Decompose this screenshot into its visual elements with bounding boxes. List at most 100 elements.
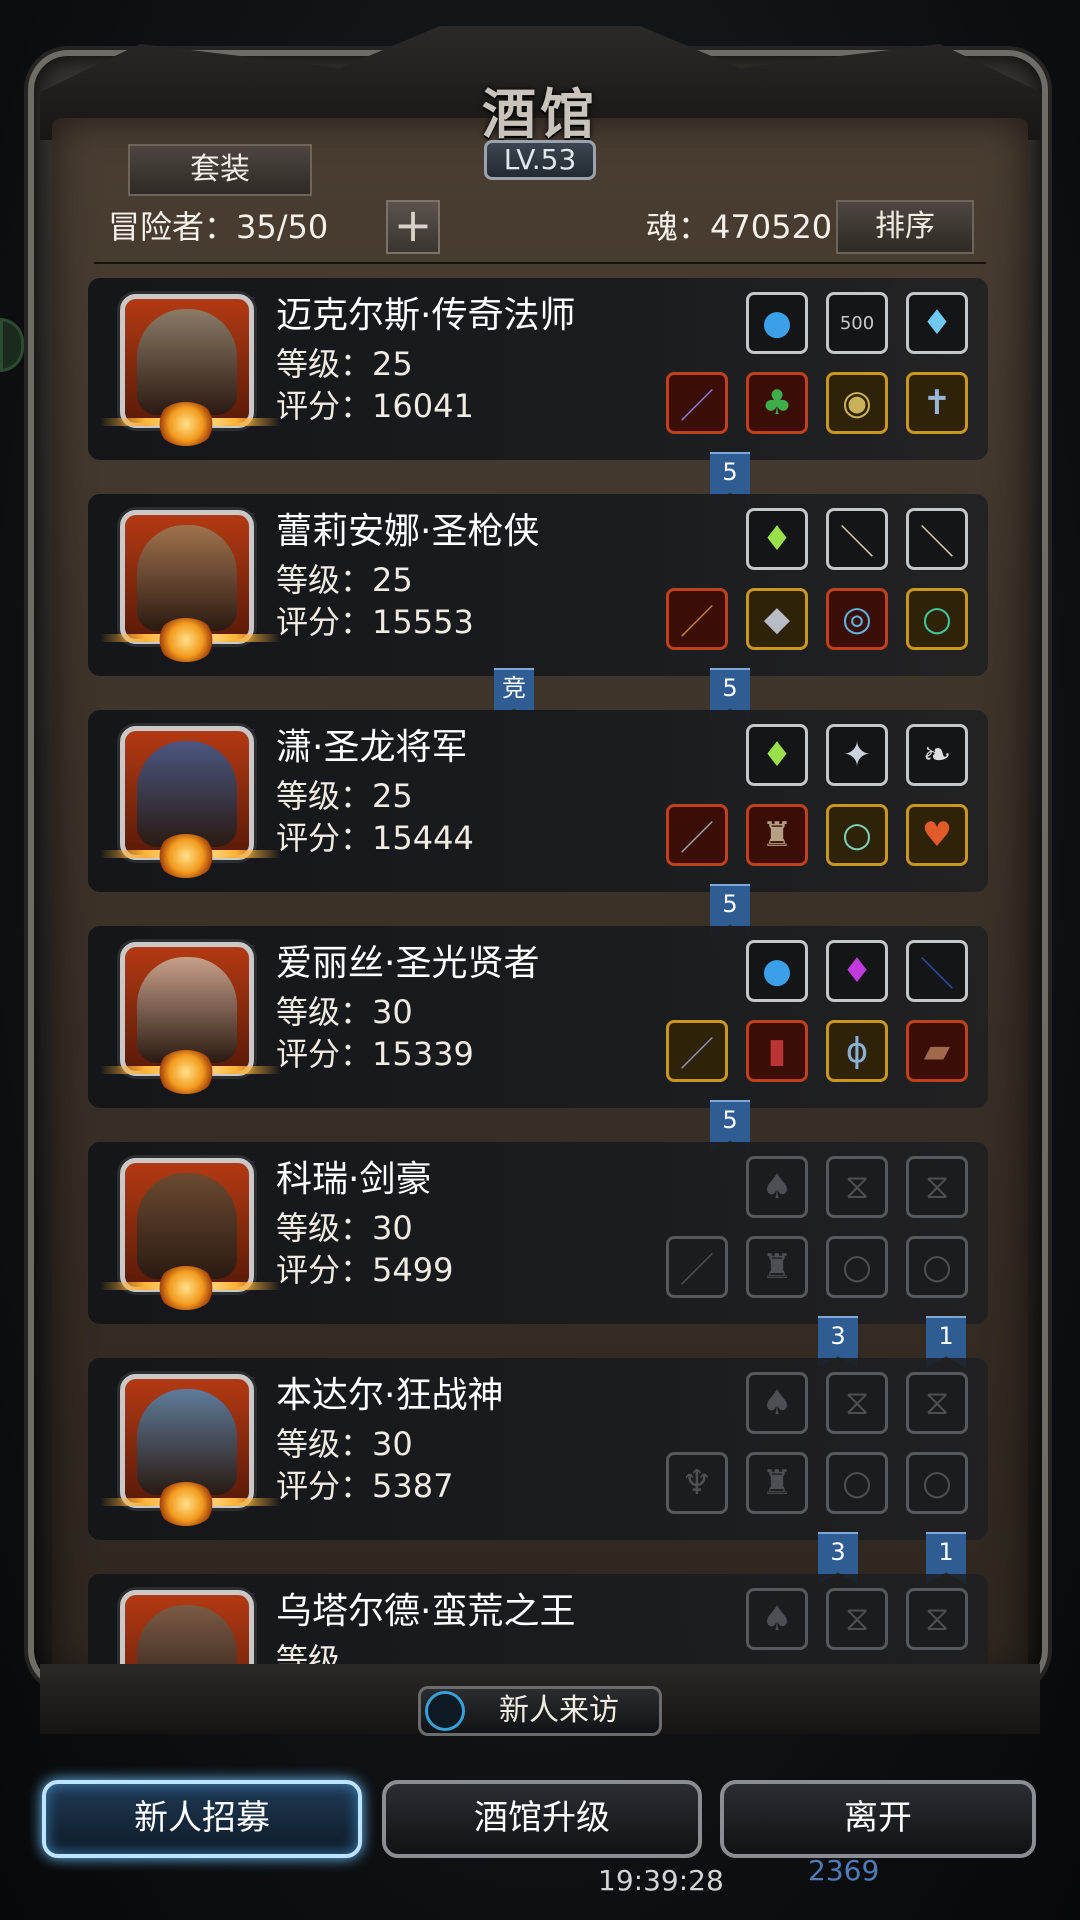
- hero-level: 等级：30: [276, 1209, 413, 1247]
- robe-icon[interactable]: ♣: [746, 372, 808, 434]
- hero-level: 等级：30: [276, 993, 413, 1031]
- hero-level: 等级：25: [276, 345, 413, 383]
- armor-icon[interactable]: ◆: [746, 588, 808, 650]
- weapon-slot-icon[interactable]: ／: [666, 1236, 728, 1298]
- gun-icon[interactable]: ／: [666, 588, 728, 650]
- hero-face: [137, 525, 237, 631]
- hero-name: 蕾莉安娜·圣枪侠: [276, 511, 540, 552]
- rank-emblem-icon: [156, 834, 216, 878]
- new-visitor-label: 新人来访: [499, 1693, 619, 1728]
- hero-score: 评分：15444: [276, 819, 474, 857]
- coin-count: 2369: [808, 1854, 880, 1887]
- hero-card[interactable]: 乌塔尔德·蛮荒之王等级 ♠ ⧖ ⧖: [88, 1574, 988, 1664]
- empty-slot-icon[interactable]: ⧖: [826, 1372, 888, 1434]
- ring-icon[interactable]: ◎: [826, 588, 888, 650]
- rank-emblem-icon: [156, 1482, 216, 1526]
- tavern-screen: 酒馆 LV.53 套装 冒险者：35/50 + 魂：470520 排序 迈克尔斯…: [0, 0, 1080, 1920]
- empty-slot-icon[interactable]: ⧖: [826, 1156, 888, 1218]
- stick-icon[interactable]: ＼: [826, 508, 888, 570]
- empty-slot-icon[interactable]: ⧖: [826, 1588, 888, 1650]
- hero-face: [137, 1389, 237, 1495]
- hero-level: 等级：25: [276, 777, 413, 815]
- crystal-green-icon[interactable]: ♦: [746, 508, 808, 570]
- ring-slot-icon[interactable]: ○: [906, 1236, 968, 1298]
- whip-icon[interactable]: ＼: [906, 940, 968, 1002]
- hero-card[interactable]: 迈克尔斯·传奇法师 等级：25 评分：16041 ● 500 ♦ ／ ♣ ◉ ✝: [88, 278, 988, 460]
- add-slot-button[interactable]: +: [386, 200, 440, 254]
- empty-slot-icon[interactable]: ⧖: [906, 1588, 968, 1650]
- suit-button[interactable]: 套装: [128, 144, 312, 196]
- hero-name: 本达尔·狂战神: [276, 1375, 504, 1416]
- hero-face: [137, 957, 237, 1063]
- side-menu-tab[interactable]: [0, 318, 24, 372]
- new-visitor-bar[interactable]: 新人来访: [418, 1686, 662, 1736]
- flame-slot-icon[interactable]: ♠: [746, 1588, 808, 1650]
- hero-name: 乌塔尔德·蛮荒之王: [276, 1591, 576, 1632]
- staff-icon[interactable]: ／: [666, 372, 728, 434]
- rank-emblem-icon: [156, 1266, 216, 1310]
- hero-level: 等级: [276, 1641, 341, 1664]
- orb-icon[interactable]: ●: [746, 940, 808, 1002]
- emblem-icon[interactable]: ✦: [826, 724, 888, 786]
- book-icon[interactable]: ▰: [906, 1020, 968, 1082]
- ring-slot-icon[interactable]: ○: [826, 1236, 888, 1298]
- rank-emblem-icon: [156, 1050, 216, 1094]
- stick-icon[interactable]: ＼: [906, 508, 968, 570]
- tavern-level-badge: LV.53: [484, 140, 596, 180]
- clock-time: 19:39:28: [598, 1864, 724, 1897]
- empty-slot-icon[interactable]: ⧖: [906, 1156, 968, 1218]
- hero-face: [137, 1605, 237, 1664]
- gem-purple-icon[interactable]: ♦: [826, 940, 888, 1002]
- claw-icon[interactable]: ❧: [906, 724, 968, 786]
- recruit-button[interactable]: 新人招募: [42, 1780, 362, 1858]
- divider: [94, 262, 986, 264]
- hero-card[interactable]: 蕾莉安娜·圣枪侠 等级：25 评分：15553 ♦ ＼ ＼ ／ ◆ ◎ ○: [88, 494, 988, 676]
- leave-button[interactable]: 离开: [720, 1780, 1036, 1858]
- empty-slot-icon[interactable]: ⧖: [906, 1372, 968, 1434]
- hero-score: 评分：5499: [276, 1251, 454, 1289]
- clock-icon: [425, 1691, 465, 1731]
- hero-score: 评分：15339: [276, 1035, 474, 1073]
- ring-slot-icon[interactable]: ○: [906, 1452, 968, 1514]
- hero-name: 潇·圣龙将军: [276, 727, 468, 768]
- pendant-icon[interactable]: ϕ: [826, 1020, 888, 1082]
- hero-level: 等级：30: [276, 1425, 413, 1463]
- orb-icon[interactable]: ●: [746, 292, 808, 354]
- crystal-green-icon[interactable]: ♦: [746, 724, 808, 786]
- bracelet-icon[interactable]: ○: [906, 588, 968, 650]
- armor-icon[interactable]: ♜: [746, 804, 808, 866]
- adventurer-count: 冒险者：35/50: [108, 208, 329, 246]
- sort-button[interactable]: 排序: [836, 200, 974, 254]
- rank-emblem-icon: [156, 618, 216, 662]
- sword-icon[interactable]: ／: [666, 804, 728, 866]
- robe-icon[interactable]: ▮: [746, 1020, 808, 1082]
- tavern-upgrade-button[interactable]: 酒馆升级: [382, 1780, 702, 1858]
- hero-name: 爱丽丝·圣光贤者: [276, 943, 540, 984]
- hero-face: [137, 309, 237, 415]
- hero-name: 科瑞·剑豪: [276, 1159, 432, 1200]
- hero-level: 等级：25: [276, 561, 413, 599]
- hero-card[interactable]: 潇·圣龙将军 等级：25 评分：15444 ♦ ✦ ❧ ／ ♜ ○ ♥: [88, 710, 988, 892]
- hero-score: 评分：15553: [276, 603, 474, 641]
- ring-slot-icon[interactable]: ○: [826, 1452, 888, 1514]
- amulet-icon[interactable]: ◉: [826, 372, 888, 434]
- scepter-icon[interactable]: ／: [666, 1020, 728, 1082]
- hero-card[interactable]: 本达尔·狂战神 等级：30 评分：5387 ♠ ⧖ ⧖ ♆ ♜ ○ ○: [88, 1358, 988, 1540]
- badge-500-icon[interactable]: 500: [826, 292, 888, 354]
- hero-list[interactable]: 迈克尔斯·传奇法师 等级：25 评分：16041 ● 500 ♦ ／ ♣ ◉ ✝ 5 蕾莉安娜·圣枪侠…: [84, 278, 994, 1664]
- hero-card[interactable]: 爱丽丝·圣光贤者 等级：30 评分：15339 ● ♦ ＼ ／ ▮ ϕ ▰: [88, 926, 988, 1108]
- hero-face: [137, 1173, 237, 1279]
- ring-icon[interactable]: ○: [826, 804, 888, 866]
- crystal-icon[interactable]: ♦: [906, 292, 968, 354]
- hero-card[interactable]: 科瑞·剑豪等级：30 评分：5499 ♠ ⧖ ⧖ ／ ♜ ○ ○: [88, 1142, 988, 1324]
- flame-slot-icon[interactable]: ♠: [746, 1372, 808, 1434]
- hero-score: 评分：5387: [276, 1467, 454, 1505]
- flame-slot-icon[interactable]: ♠: [746, 1156, 808, 1218]
- hero-portrait[interactable]: [120, 1590, 254, 1664]
- cross-icon[interactable]: ✝: [906, 372, 968, 434]
- heart-amulet-icon[interactable]: ♥: [906, 804, 968, 866]
- armor-slot-icon[interactable]: ♜: [746, 1452, 808, 1514]
- axe-slot-icon[interactable]: ♆: [666, 1452, 728, 1514]
- armor-slot-icon[interactable]: ♜: [746, 1236, 808, 1298]
- page-title: 酒馆: [482, 82, 598, 146]
